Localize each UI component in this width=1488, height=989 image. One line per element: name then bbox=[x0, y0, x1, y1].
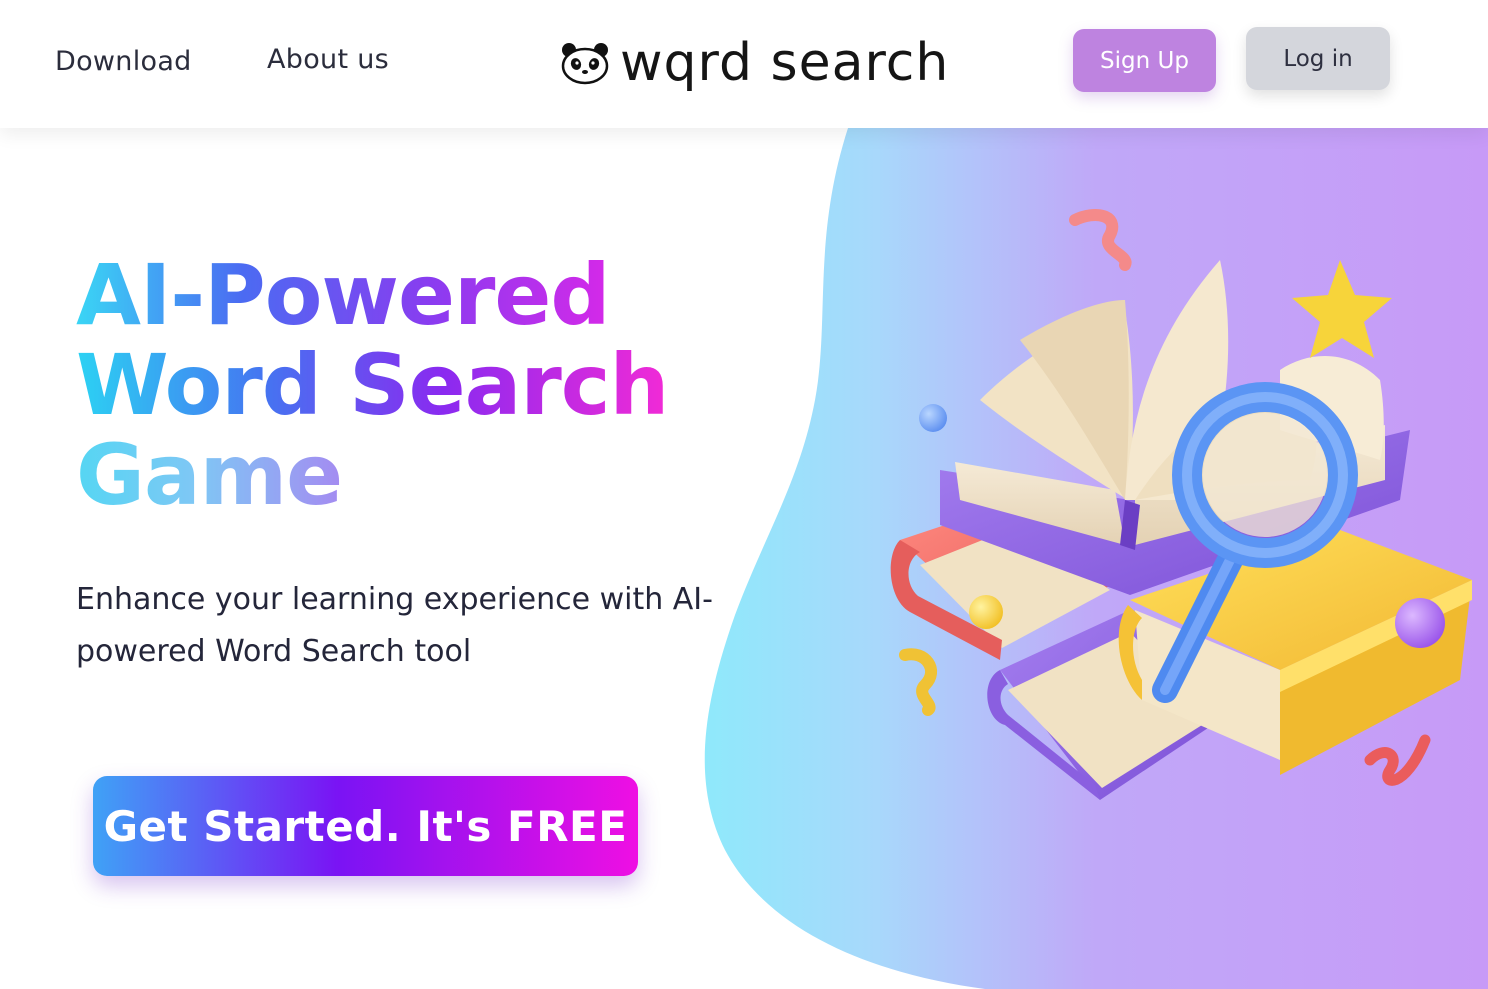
hero-subtitle: Enhance your learning experience with AI… bbox=[76, 582, 713, 669]
logo[interactable]: wqrd search bbox=[560, 30, 949, 96]
signup-button[interactable]: Sign Up bbox=[1073, 29, 1216, 92]
yellow-sphere bbox=[969, 595, 1003, 629]
nav-download-link[interactable]: Download bbox=[55, 46, 192, 77]
hero-title-line-3: Game bbox=[76, 426, 343, 524]
books-magnifier-illustration bbox=[890, 209, 1472, 800]
pink-squiggle bbox=[1069, 209, 1132, 271]
hero-title: AI-Powered Word Search Game bbox=[76, 250, 669, 524]
panda-icon bbox=[561, 43, 609, 85]
nav-about-link[interactable]: About us bbox=[267, 44, 389, 75]
hero-title-line-1: AI-Powered bbox=[76, 250, 668, 340]
red-squiggle bbox=[1364, 734, 1431, 786]
get-started-button[interactable]: Get Started. It's FREE bbox=[93, 776, 638, 876]
blue-sphere bbox=[919, 404, 947, 432]
yellow-squiggle bbox=[899, 648, 937, 716]
purple-sphere bbox=[1395, 598, 1445, 648]
hero-title-line-2: Word Search bbox=[76, 336, 669, 434]
site-header: Download About us wqrd search Sign Up Lo… bbox=[0, 0, 1488, 128]
logo-text: wqrd search bbox=[620, 33, 950, 93]
star-icon bbox=[1292, 260, 1392, 358]
login-button[interactable]: Log in bbox=[1246, 27, 1390, 90]
